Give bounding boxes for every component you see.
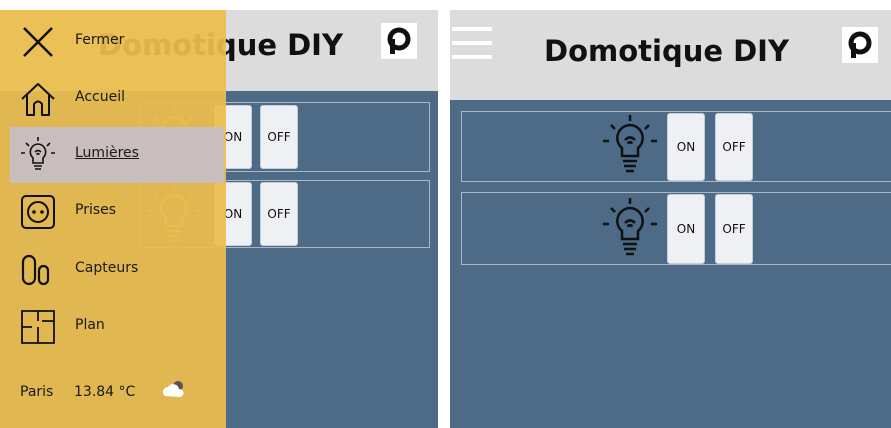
screen-main: Domotique DIY ON OFF ON OFF: [450, 10, 891, 428]
app-bar: Domotique DIY: [450, 10, 891, 100]
drawer-item-sockets[interactable]: Prises: [10, 184, 224, 240]
cloud-icon: [163, 381, 184, 397]
drawer-item-label: Capteurs: [75, 260, 139, 276]
sensor-icon: [21, 254, 50, 286]
drawer-item-label: Plan: [75, 317, 105, 333]
light-1-off-button[interactable]: OFF: [715, 113, 753, 181]
home-icon: [21, 83, 55, 116]
light-2-on-button[interactable]: ON: [667, 194, 705, 264]
drawer-item-plan[interactable]: Plan: [10, 299, 224, 355]
light-1-off-button[interactable]: OFF: [260, 105, 298, 169]
light-row-1: ON OFF: [461, 111, 891, 182]
drawer-item-label: Accueil: [75, 89, 125, 105]
drawer-item-close[interactable]: Fermer: [10, 14, 224, 70]
socket-icon: [21, 195, 55, 229]
light-row-2: ON OFF: [461, 192, 891, 265]
drawer-item-home[interactable]: Accueil: [10, 71, 224, 127]
drawer-item-label: Lumières: [75, 145, 139, 161]
bulb-icon: [603, 198, 657, 256]
page-title: Domotique DIY: [544, 34, 789, 68]
floorplan-icon: [21, 310, 55, 344]
drawer-item-lights[interactable]: Lumières: [10, 127, 224, 183]
weather-temperature: 13.84 °C: [74, 384, 136, 400]
weather-city: Paris: [20, 384, 54, 400]
close-icon: [23, 27, 53, 57]
light-2-off-button[interactable]: OFF: [260, 182, 298, 246]
drawer-item-sensors[interactable]: Capteurs: [10, 242, 224, 298]
drawer-item-label: Prises: [75, 202, 117, 218]
logo-icon: [842, 27, 878, 63]
menu-icon[interactable]: [452, 27, 492, 67]
drawer-item-label: Fermer: [75, 32, 125, 48]
bulb-icon: [21, 137, 55, 170]
logo-icon: [381, 23, 417, 59]
bulb-icon: [603, 115, 657, 173]
navigation-drawer: Fermer Accueil Lumières Prises Capteurs …: [0, 10, 226, 428]
light-1-on-button[interactable]: ON: [667, 113, 705, 181]
light-2-off-button[interactable]: OFF: [715, 194, 753, 264]
